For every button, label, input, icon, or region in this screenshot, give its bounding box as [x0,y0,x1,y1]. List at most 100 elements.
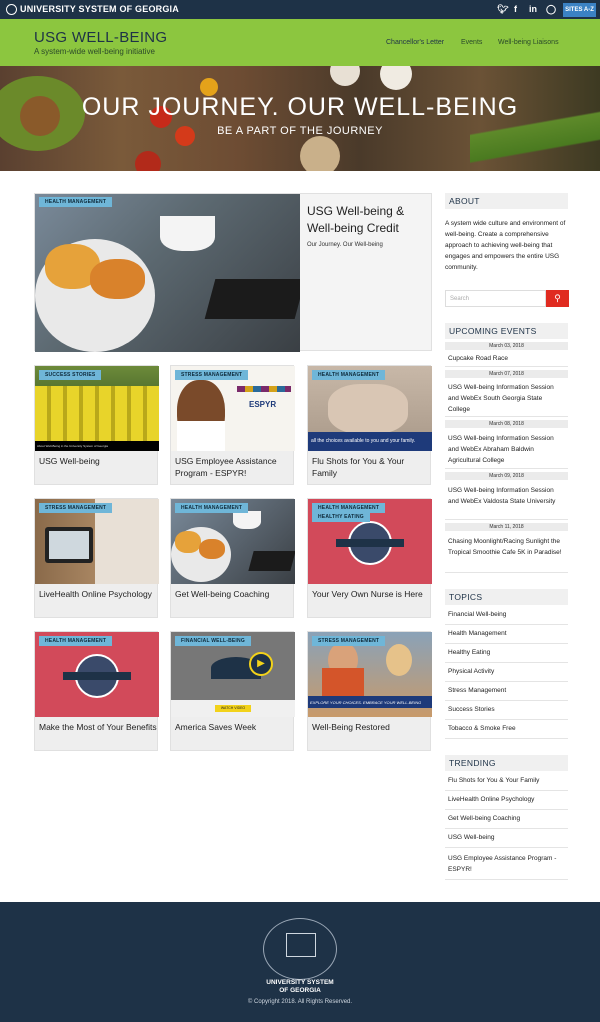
search-icon[interactable]: ⚲ [546,290,569,307]
twitter-icon[interactable]: 🐦︎ [497,4,508,15]
trending-link[interactable]: Flu Shots for You & Your Family [448,777,568,784]
divider [445,828,568,829]
event-date: March 08, 2018 [445,420,568,428]
divider [445,809,568,810]
upcoming-events-heading: UPCOMING EVENTS [445,323,568,339]
post-card[interactable]: About Well-Being in the University Syste… [34,365,159,485]
post-card[interactable]: HEALTH MANAGEMENT Make the Most of Your … [34,631,159,751]
hero-headline: OUR JOURNEY. OUR WELL-BEING [81,93,519,121]
event-date: March 09, 2018 [445,472,568,480]
play-icon[interactable]: ▶ [249,652,273,676]
coffee-cup-image [233,511,261,529]
post-title[interactable]: LiveHealth Online Psychology [39,588,157,600]
post-title[interactable]: Make the Most of Your Benefits [39,721,157,733]
post-card[interactable]: ESPYR STRESS MANAGEMENT USG Employee Ass… [170,365,295,485]
post-title[interactable]: Get Well-being Coaching [175,588,293,600]
category-badge[interactable]: HEALTH MANAGEMENT [39,636,113,646]
post-card[interactable]: HEALTH MANAGEMENT HEALTHY EATING Your Ve… [307,498,432,618]
espyr-logo: ESPYR [249,400,277,409]
apple-image [90,259,145,299]
trending-link[interactable]: USG Well-being [448,834,568,841]
topic-link[interactable]: Financial Well-being [448,611,568,618]
event-link[interactable]: USG Well-being Information Session and W… [448,382,566,415]
smartphone-image [204,279,300,319]
post-card[interactable]: all the choices available to you and you… [307,365,432,485]
divider [445,624,568,625]
search-input[interactable]: Search [445,290,546,307]
category-badge[interactable]: STRESS MANAGEMENT [39,503,113,513]
post-title[interactable]: America Saves Week [175,721,293,733]
post-card[interactable]: HEALTH MANAGEMENT Get Well-being Coachin… [170,498,295,618]
divider [445,416,568,417]
watch-video-button[interactable]: WATCH VIDEO [215,705,251,712]
category-badge[interactable]: HEALTHY EATING [312,512,370,522]
post-title[interactable]: Flu Shots for You & Your Family [312,455,430,479]
post-title[interactable]: Well-Being Restored [312,721,430,733]
usg-logo-icon[interactable] [6,4,17,15]
post-title[interactable]: USG Employee Assistance Program - ESPYR! [175,455,293,479]
apple-image [199,539,225,559]
smartphone-image [248,551,295,571]
trending-heading: TRENDING [445,755,568,771]
coffee-cup-image [160,216,215,251]
divider [445,847,568,848]
featured-post[interactable]: HEALTH MANAGEMENT USG Well-being & Well-… [34,193,432,352]
image-caption: EXPLORE YOUR CHOICES. EMBRACE YOUR WELL-… [308,696,432,708]
topic-link[interactable]: Tobacco & Smoke Free [448,725,568,732]
color-bars-image [237,386,291,392]
woman-portrait-image [386,644,412,676]
divider [445,738,568,739]
post-title[interactable]: Your Very Own Nurse is Here [312,588,430,600]
trending-link[interactable]: Get Well-being Coaching [448,815,568,822]
category-badge[interactable]: SUCCESS STORIES [39,370,102,380]
site-footer: UNIVERSITY SYSTEM OF GEORGIA © Copyright… [0,902,600,1022]
topic-link[interactable]: Healthy Eating [448,649,568,656]
board-of-regents-seal-icon [263,918,337,980]
event-link[interactable]: Cupcake Road Race [448,353,566,364]
trending-link[interactable]: LiveHealth Online Psychology [448,796,568,803]
featured-image[interactable]: HEALTH MANAGEMENT [35,194,300,352]
topic-link[interactable]: Health Management [448,630,568,637]
post-card[interactable]: STRESS MANAGEMENT LiveHealth Online Psyc… [34,498,159,618]
divider [445,719,568,720]
topic-link[interactable]: Stress Management [448,687,568,694]
nav-events[interactable]: Events [461,39,482,46]
category-badge[interactable]: HEALTH MANAGEMENT [312,370,386,380]
event-link[interactable]: USG Well-being Information Session and W… [448,433,566,466]
post-card[interactable]: EXPLORE YOUR CHOICES. EMBRACE YOUR WELL-… [307,631,432,751]
category-badge[interactable]: STRESS MANAGEMENT [312,636,386,646]
post-title[interactable]: USG Well-being [39,455,157,467]
tablet-screen-image [49,531,89,559]
people-image [35,386,159,441]
instagram-icon[interactable]: ◯ [546,4,556,15]
topic-link[interactable]: Physical Activity [448,668,568,675]
category-badge[interactable]: STRESS MANAGEMENT [175,370,249,380]
white-shirt-image [177,421,225,451]
org-name[interactable]: UNIVERSITY SYSTEM OF GEORGIA [20,4,179,14]
category-badge[interactable]: FINANCIAL WELL-BEING [175,636,251,646]
site-header: USG WELL-BEING A system-wide well-being … [0,19,600,66]
category-badge[interactable]: HEALTH MANAGEMENT [175,503,249,513]
site-title[interactable]: USG WELL-BEING [34,29,167,46]
apple-image [175,531,201,553]
nav-well-being-liaisons[interactable]: Well-being Liaisons [498,39,559,46]
divider [445,790,568,791]
category-badge[interactable]: HEALTH MANAGEMENT [39,197,113,207]
event-date: March 07, 2018 [445,370,568,378]
linkedin-icon[interactable]: in [529,4,537,14]
journey-logo-banner [336,539,404,547]
sites-a-z-button[interactable]: SITES A-Z [563,3,596,17]
facebook-icon[interactable]: f [514,4,517,14]
nav-chancellors-letter[interactable]: Chancellor's Letter [386,39,444,46]
copyright: © Copyright 2018. All Rights Reserved. [247,999,353,1005]
event-link[interactable]: USG Well-being Information Session and W… [448,485,566,507]
trending-link[interactable]: USG Employee Assistance Program - ESPYR! [448,853,568,875]
featured-title[interactable]: USG Well-being & Well-being Credit [307,203,429,237]
orange-shirt-image [322,668,364,696]
topic-link[interactable]: Success Stories [448,706,568,713]
event-link[interactable]: Chasing Moonlight/Racing Sunlight the Tr… [448,536,566,558]
topics-heading: TOPICS [445,589,568,605]
divider [445,681,568,682]
post-card[interactable]: ▶ WATCH VIDEO FINANCIAL WELL-BEING Ameri… [170,631,295,751]
journey-logo-banner [63,672,131,680]
